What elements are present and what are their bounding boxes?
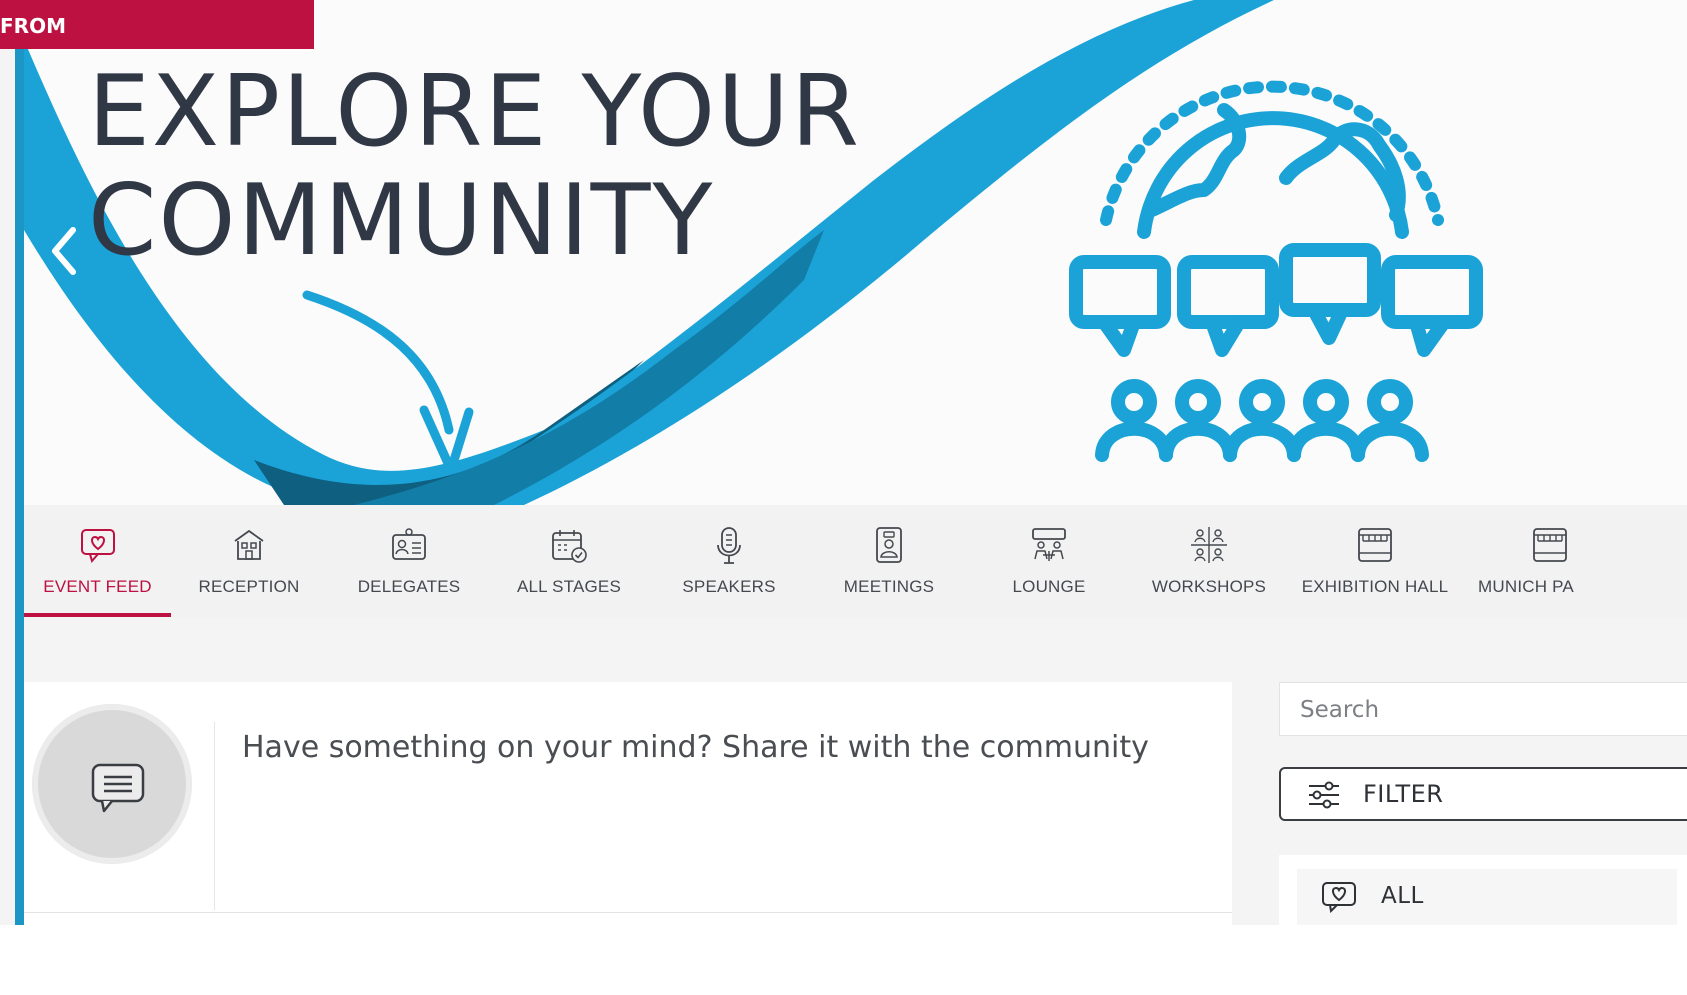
lounge-table-icon [1032,528,1066,561]
hero-banner: EXPLORE YOUR COMMUNITY [24,0,1687,505]
nav-label: EVENT FEED [43,577,152,596]
search-input[interactable] [1298,693,1672,727]
workshop-group-icon [1191,527,1227,563]
contact-book-icon [876,527,902,563]
id-card-icon [392,528,426,560]
post-composer-card: Have something on your mind? Share it wi… [24,682,1232,925]
left-rail [15,49,24,925]
hero-headline-line-2: COMMUNITY [88,164,715,278]
composer-divider [214,722,215,910]
nav-item-exhibition-hall[interactable]: EXHIBITION HALL [1294,505,1456,617]
post-composer-input[interactable]: Have something on your mind? Share it wi… [242,730,1149,765]
page-bottom-margin [0,925,1687,995]
nav-label: DELEGATES [357,577,461,596]
nav-item-all-stages[interactable]: ALL STAGES [494,505,644,617]
nav-item-workshops[interactable]: WORKSHOPS [1134,505,1284,617]
nav-item-speakers[interactable]: SPEAKERS [654,505,804,617]
exhibition-booth-icon [1533,528,1567,562]
sliders-icon [1309,781,1339,809]
avatar [32,704,192,864]
heart-chat-icon [1322,882,1356,913]
heart-chat-icon [80,529,115,564]
hero-headline-line-1: EXPLORE YOUR [88,55,862,169]
app-screen: FROM EXPLORE YOUR COMMUNITY EVENT FEED R… [0,0,1687,995]
nav-label: WORKSHOPS [1151,577,1267,596]
nav-label: LOUNGE [1012,577,1086,596]
active-underline [24,613,171,617]
feed-filter-all-label: ALL [1381,883,1424,909]
feed-filter-all[interactable]: ALL [1297,869,1677,925]
nav-label: EXHIBITION HALL [1301,577,1449,596]
microphone-icon [717,527,741,564]
search-box [1279,682,1687,736]
filter-button[interactable]: FILTER [1279,767,1687,821]
nav-label: MUNICH PA [1478,577,1574,596]
nav-item-lounge[interactable]: LOUNGE [974,505,1124,617]
composer-bottom-divider [24,912,1232,913]
nav-item-delegates[interactable]: DELEGATES [334,505,484,617]
calendar-check-icon [552,530,587,563]
nav-item-meetings[interactable]: MEETINGS [814,505,964,617]
section-nav: EVENT FEED RECEPTION DELEGATES ALL STAGE… [24,505,1687,617]
nav-label: SPEAKERS [682,577,776,596]
from-tag: FROM [0,0,314,49]
exhibition-booth-icon [1358,528,1392,562]
nav-label: ALL STAGES [516,577,622,596]
banner-prev-button[interactable] [46,224,82,278]
nav-item-event-feed[interactable]: EVENT FEED [24,505,171,617]
globe-community-icon [1069,80,1483,462]
chevron-left-icon [52,227,76,275]
nav-label: RECEPTION [198,577,300,596]
nav-item-reception[interactable]: RECEPTION [174,505,324,617]
building-icon [234,529,264,560]
message-bubble-icon [91,763,145,813]
feed-filter-list: ALL [1279,855,1687,925]
nav-label: MEETINGS [843,577,935,596]
nav-item-munich-pa[interactable]: MUNICH PA [1470,505,1687,617]
filter-label: FILTER [1363,780,1444,808]
